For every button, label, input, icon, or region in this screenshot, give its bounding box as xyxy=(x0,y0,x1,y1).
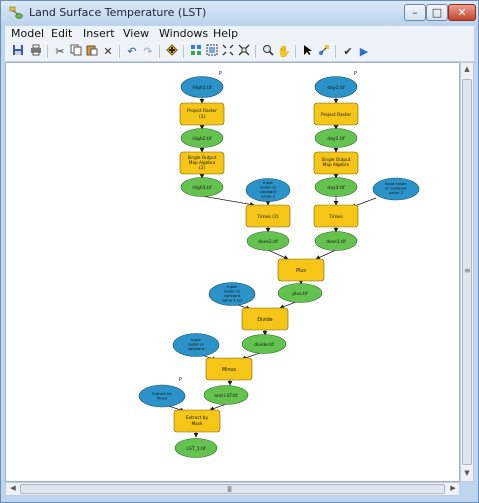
right-times-constant-input[interactable]: Input raster or constant value 2 xyxy=(372,177,420,201)
menu-edit[interactable]: Edit xyxy=(51,27,72,40)
run-icon[interactable]: ▶ xyxy=(357,44,371,59)
zoom-icon[interactable] xyxy=(261,44,275,59)
divide-tool[interactable]: Divide xyxy=(241,307,289,331)
menu-insert[interactable]: Insert xyxy=(83,27,115,40)
vertical-scroll-thumb[interactable]: ≡ xyxy=(462,79,472,465)
scroll-up-arrow[interactable]: ▲ xyxy=(461,65,473,73)
right-projected-node[interactable]: day2.tif xyxy=(314,128,358,148)
add-data-icon[interactable] xyxy=(165,44,179,59)
left-times-output[interactable]: dese2.tif xyxy=(246,231,290,251)
model-canvas[interactable]: P P P High1.tif Project Raster (3) High2.… xyxy=(5,62,460,482)
pan-icon[interactable]: ✋ xyxy=(277,44,291,59)
menu-windows[interactable]: Windows xyxy=(159,27,208,40)
svg-text:day3.tif: day3.tif xyxy=(327,185,345,191)
svg-text:High3.tif: High3.tif xyxy=(192,185,212,191)
horizontal-scroll-grip: III xyxy=(227,485,232,494)
auto-layout-icon[interactable] xyxy=(189,44,203,59)
scroll-right-arrow[interactable]: ▶ xyxy=(447,484,459,492)
plus-output[interactable]: plus.tif xyxy=(277,283,323,303)
svg-text:Plus: Plus xyxy=(296,268,306,274)
parameter-mark: P xyxy=(354,71,357,77)
connect-icon[interactable] xyxy=(317,44,331,59)
minimize-button[interactable]: – xyxy=(404,4,426,21)
connectors xyxy=(161,98,377,438)
save-icon[interactable] xyxy=(11,44,25,59)
menu-bar: Model Edit Insert View Windows Help xyxy=(5,26,474,43)
svg-text:High1.tif: High1.tif xyxy=(192,85,212,91)
toolbar: ✂ ✕ ↶ ↷ ✋ ✔ ▶ xyxy=(5,43,474,62)
maximize-button[interactable]: □ xyxy=(426,4,448,21)
vertical-scrollbar[interactable]: ▲ ≡ ▼ xyxy=(460,62,474,482)
cut-icon[interactable]: ✂ xyxy=(53,44,67,59)
left-input-node[interactable]: High1.tif xyxy=(180,76,224,98)
model-builder-window: Land Surface Temperature (LST) – □ ✕ Mod… xyxy=(0,0,479,503)
title-bar[interactable]: Land Surface Temperature (LST) – □ ✕ xyxy=(1,1,478,25)
model-diagram: P P P High1.tif Project Raster (3) High2.… xyxy=(138,71,420,458)
model-app-icon xyxy=(9,6,23,19)
left-times-constant-input[interactable]: Input raster or constant value 2 xyxy=(245,178,291,202)
fixed-zoom-out-icon[interactable] xyxy=(221,44,235,59)
svg-text:Project Raster: Project Raster xyxy=(321,112,351,118)
svg-text:plus.tif: plus.tif xyxy=(292,291,308,297)
select-icon[interactable] xyxy=(301,44,315,59)
horizontal-scrollbar[interactable]: ◀ III ▶ xyxy=(5,482,460,496)
svg-text:Divide: Divide xyxy=(257,317,272,323)
delete-icon[interactable]: ✕ xyxy=(101,44,115,59)
right-times-tool[interactable]: Times xyxy=(313,204,359,228)
svg-text:Minus: Minus xyxy=(222,367,237,373)
left-map-algebra-output[interactable]: High3.tif xyxy=(180,177,224,197)
svg-text:day1.tif: day1.tif xyxy=(327,85,345,91)
divide-constant-input[interactable]: Input raster or constant value 2 (2) xyxy=(208,282,256,306)
vertical-scroll-grip: ≡ xyxy=(464,266,471,275)
window-title: Land Surface Temperature (LST) xyxy=(29,6,207,19)
copy-icon[interactable] xyxy=(69,44,83,59)
parameter-mark: P xyxy=(179,377,182,383)
divide-output[interactable]: divide.tif xyxy=(241,334,287,354)
menu-model[interactable]: Model xyxy=(11,27,44,40)
svg-text:Times: Times xyxy=(328,214,343,220)
full-extent-icon[interactable] xyxy=(205,44,219,59)
left-times-tool[interactable]: Times (2) xyxy=(245,204,291,228)
svg-text:day2.tif: day2.tif xyxy=(327,136,345,142)
undo-icon[interactable]: ↶ xyxy=(125,44,139,59)
validate-icon[interactable]: ✔ xyxy=(341,44,355,59)
svg-text:Times (2): Times (2) xyxy=(256,214,278,220)
svg-text:LST_1.tif: LST_1.tif xyxy=(186,446,206,452)
scroll-left-arrow[interactable]: ◀ xyxy=(7,484,19,492)
right-times-output[interactable]: dese1.tif xyxy=(314,231,358,251)
right-input-node[interactable]: day1.tif xyxy=(314,76,358,98)
left-project-line1: Project Raster xyxy=(187,108,217,114)
print-icon[interactable] xyxy=(29,44,43,59)
lst-output[interactable]: LST_1.tif xyxy=(174,438,218,458)
minus-tool[interactable]: Minus xyxy=(205,357,253,381)
plus-tool[interactable]: Plus xyxy=(277,258,325,282)
menu-view[interactable]: View xyxy=(123,27,149,40)
horizontal-scroll-thumb[interactable]: III xyxy=(20,484,445,494)
left-projected-node[interactable]: High2.tif xyxy=(180,128,224,148)
left-project-raster-tool[interactable]: Project Raster (3) xyxy=(179,102,225,126)
left-project-line2: (3) xyxy=(199,114,205,120)
fixed-zoom-in-icon[interactable] xyxy=(237,44,251,59)
paste-icon[interactable] xyxy=(85,44,99,59)
parameter-mark: P xyxy=(219,71,222,77)
close-button[interactable]: ✕ xyxy=(448,4,476,21)
svg-text:High2.tif: High2.tif xyxy=(192,136,212,142)
svg-text:and LST.tif: and LST.tif xyxy=(214,393,238,399)
svg-text:divide.tif: divide.tif xyxy=(254,342,274,348)
minus-constant-input[interactable]: Input raster or constant xyxy=(172,333,220,357)
menu-help[interactable]: Help xyxy=(213,27,238,40)
right-project-raster-tool[interactable]: Project Raster xyxy=(313,102,359,126)
right-map-algebra-tool[interactable]: Single Output Map Algebra xyxy=(313,151,359,175)
scroll-down-arrow[interactable]: ▼ xyxy=(461,469,473,477)
svg-text:dese1.tif: dese1.tif xyxy=(326,239,346,245)
left-map-algebra-tool[interactable]: Single Output Map Algebra (2) xyxy=(179,151,225,175)
extract-by-mask-tool[interactable]: Extract by Mask xyxy=(173,409,221,433)
svg-text:dese2.tif: dese2.tif xyxy=(258,239,278,245)
minus-output[interactable]: and LST.tif xyxy=(203,385,249,405)
extract-input[interactable]: Extract by Mask xyxy=(138,384,186,408)
svg-text:Single OutputMap Algebra: Single Output Map Algebra xyxy=(322,157,351,167)
right-map-algebra-output[interactable]: day3.tif xyxy=(314,177,358,197)
redo-icon[interactable]: ↷ xyxy=(141,44,155,59)
